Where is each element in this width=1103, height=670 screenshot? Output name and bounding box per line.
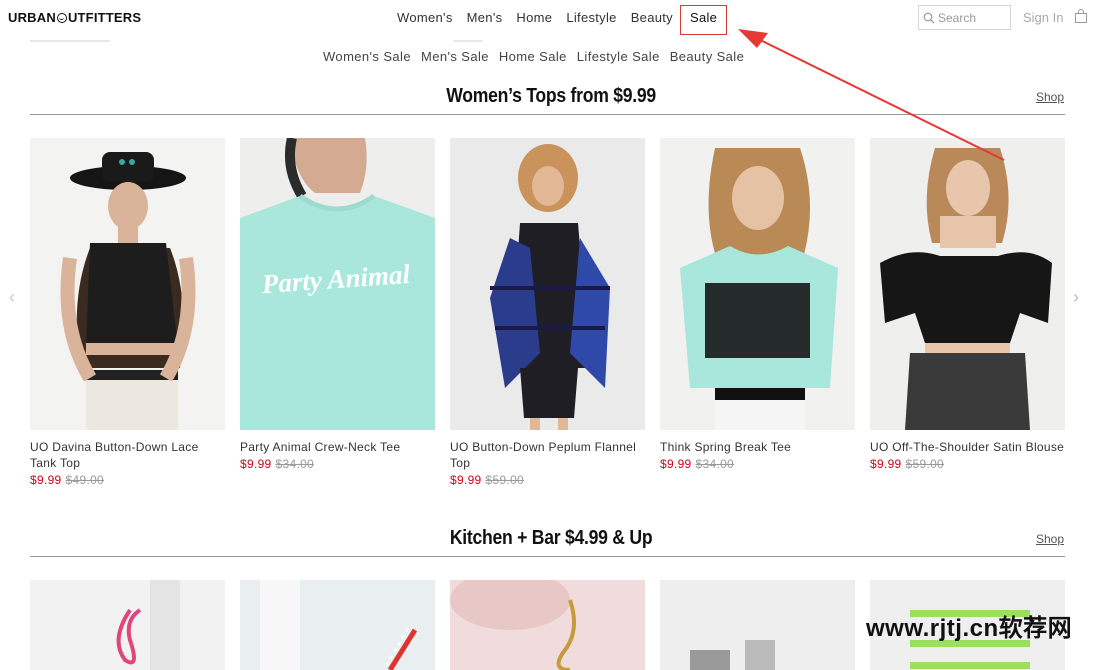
subnav-lifestyle-sale[interactable]: Lifestyle Sale <box>572 49 665 64</box>
product-image[interactable] <box>30 138 225 430</box>
section-divider <box>30 556 1065 557</box>
subnav-mens-sale[interactable]: Men's Sale <box>416 49 494 64</box>
logo-smile-icon <box>56 12 67 23</box>
sale-price: $9.99 <box>450 473 482 487</box>
carousel-prev-arrow[interactable]: ‹ <box>9 287 15 308</box>
urban-outfitters-logo[interactable]: URBAN UTFITTERS <box>8 10 141 25</box>
product-prices: $9.99 $34.00 <box>240 457 435 471</box>
product-name[interactable]: UO Davina Button-Down Lace Tank Top <box>30 439 225 471</box>
sale-subnav: Women's Sale Men's Sale Home Sale Lifest… <box>318 49 749 64</box>
shopping-bag-icon[interactable] <box>1074 9 1088 23</box>
section-title-kitchen-bar: Kitchen + Bar $4.99 & Up <box>449 527 653 549</box>
nav-lifestyle[interactable]: Lifestyle <box>559 10 623 35</box>
product-name[interactable]: Think Spring Break Tee <box>660 439 855 455</box>
product-prices: $9.99 $49.00 <box>30 473 225 487</box>
nav-beauty[interactable]: Beauty <box>624 10 680 35</box>
product-prices: $9.99 $59.00 <box>450 473 645 487</box>
original-price: $49.00 <box>65 473 105 487</box>
shop-link-womens-tops[interactable]: Shop <box>1036 90 1064 104</box>
product-card[interactable]: UO Davina Button-Down Lace Tank Top $9.9… <box>30 138 225 487</box>
product-image[interactable] <box>450 580 645 670</box>
sale-price: $9.99 <box>30 473 62 487</box>
product-card[interactable]: UO Button-Down Peplum Flannel Top $9.99 $… <box>450 138 645 487</box>
product-name[interactable]: UO Button-Down Peplum Flannel Top <box>450 439 645 471</box>
search-icon <box>923 12 935 23</box>
original-price: $59.00 <box>905 457 945 471</box>
main-nav: Women's Men's Home Lifestyle Beauty Sale <box>390 5 728 35</box>
sale-price: $9.99 <box>870 457 902 471</box>
product-card[interactable]: Party Animal Party Animal Crew-Neck Tee … <box>240 138 435 471</box>
product-image[interactable]: Party Animal <box>240 138 435 430</box>
sale-price: $9.99 <box>240 457 272 471</box>
product-image[interactable] <box>660 580 855 670</box>
product-image[interactable] <box>450 138 645 430</box>
product-prices: $9.99 $59.00 <box>870 457 1065 471</box>
ghost-line <box>30 40 110 42</box>
nav-mens[interactable]: Men's <box>460 10 510 35</box>
product-name[interactable]: UO Off-The-Shoulder Satin Blouse <box>870 439 1065 455</box>
shop-link-kitchen-bar[interactable]: Shop <box>1036 532 1064 546</box>
section-title-womens-tops: Women’s Tops from $9.99 <box>446 85 656 107</box>
subnav-home-sale[interactable]: Home Sale <box>494 49 572 64</box>
sale-price: $9.99 <box>660 457 692 471</box>
product-image[interactable] <box>660 138 855 430</box>
nav-womens[interactable]: Women's <box>390 10 460 35</box>
site-watermark: www.rjtj.cn软荐网 <box>866 615 1073 642</box>
product-card[interactable]: Think Spring Break Tee $9.99 $34.00 <box>660 138 855 471</box>
nav-sale[interactable]: Sale <box>679 5 728 35</box>
sign-in-link[interactable]: Sign In <box>1023 10 1063 25</box>
product-name[interactable]: Party Animal Crew-Neck Tee <box>240 439 435 455</box>
original-price: $34.00 <box>695 457 735 471</box>
product-card[interactable]: UO Off-The-Shoulder Satin Blouse $9.99 $5… <box>870 138 1065 471</box>
subnav-beauty-sale[interactable]: Beauty Sale <box>665 49 750 64</box>
nav-home[interactable]: Home <box>509 10 559 35</box>
ghost-line <box>453 40 483 42</box>
search-input[interactable]: Search <box>918 5 1011 30</box>
original-price: $59.00 <box>485 473 525 487</box>
product-image[interactable] <box>30 580 225 670</box>
original-price: $34.00 <box>275 457 315 471</box>
subnav-womens-sale[interactable]: Women's Sale <box>318 49 416 64</box>
product-image[interactable] <box>240 580 435 670</box>
carousel-next-arrow[interactable]: › <box>1073 287 1079 308</box>
product-prices: $9.99 $34.00 <box>660 457 855 471</box>
section-divider <box>30 114 1065 115</box>
product-image[interactable] <box>870 138 1065 430</box>
